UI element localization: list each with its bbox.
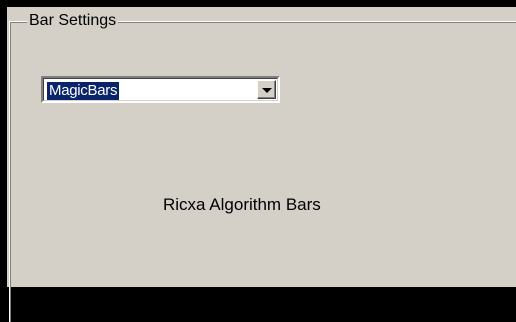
chevron-down-icon [262, 88, 272, 93]
algorithm-description-label: Ricxa Algorithm Bars [163, 195, 321, 214]
bar-settings-groupbox [9, 21, 516, 322]
groupbox-title: Bar Settings [27, 11, 119, 31]
bar-type-dropdown[interactable]: MagicBars [41, 76, 280, 103]
dropdown-button[interactable] [257, 80, 276, 99]
dropdown-field[interactable]: MagicBars [43, 78, 278, 101]
dropdown-selected-value[interactable]: MagicBars [47, 82, 120, 100]
